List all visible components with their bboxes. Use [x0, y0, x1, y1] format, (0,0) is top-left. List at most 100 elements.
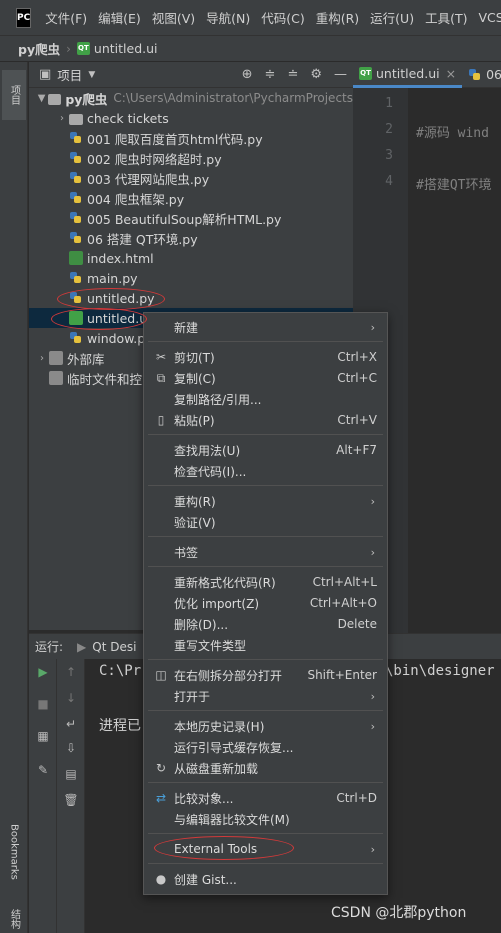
tree-item[interactable]: 003 代理网站爬虫.py [29, 168, 353, 188]
tree-item[interactable]: 004 爬虫框架.py [29, 188, 353, 208]
project-panel-title[interactable]: 项目 [57, 65, 82, 84]
menu-separator [148, 536, 383, 537]
menu-item-local-history[interactable]: 本地历史记录(H) › [144, 716, 387, 736]
tree-item[interactable]: main.py [29, 268, 353, 288]
menu-view[interactable]: 视图(V) [152, 8, 195, 27]
menu-navigate[interactable]: 导航(N) [206, 8, 250, 27]
menu-item-override-file-type[interactable]: 重写文件类型 [144, 635, 387, 655]
menu-code[interactable]: 代码(C) [261, 8, 304, 27]
tab-untitled-ui[interactable]: QT untitled.ui × [353, 62, 463, 88]
chevron-down-icon[interactable]: ▼ [35, 93, 48, 104]
rerun-icon[interactable]: ▶ [35, 665, 51, 681]
menu-item-inspect-code[interactable]: 检查代码(I)... [144, 461, 387, 481]
tree-item[interactable]: 002 爬虫时网络超时.py [29, 148, 353, 168]
arrow-up-icon[interactable]: ↑ [63, 665, 79, 681]
tree-root[interactable]: ▼ py爬虫 C:\Users\Administrator\PycharmPro… [29, 88, 353, 108]
chevron-right-icon: › [66, 41, 71, 56]
menu-item-find-usages[interactable]: 查找用法(U) Alt+F7 [144, 440, 387, 460]
menu-item-compare-with-editor[interactable]: 与编辑器比较文件(M) [144, 809, 387, 829]
menu-item-reformat[interactable]: 重新格式化代码(R) Ctrl+Alt+L [144, 572, 387, 592]
menu-item-create-gist[interactable]: ● 创建 Gist... [144, 869, 387, 889]
menu-item-copy-path[interactable]: 复制路径/引用... [144, 389, 387, 409]
menu-refactor[interactable]: 重构(R) [316, 8, 359, 27]
line-number: 3 [385, 148, 393, 163]
menu-item-copy[interactable]: ⧉ 复制(C) Ctrl+C [144, 368, 387, 388]
menu-item-bookmarks[interactable]: 书签 › [144, 542, 387, 562]
menu-vcs[interactable]: VCS( [478, 10, 501, 25]
layout-icon[interactable]: ▦ [35, 729, 51, 745]
tree-item-label: index.html [87, 250, 154, 266]
chevron-right-icon: › [370, 689, 375, 703]
menu-item-validate[interactable]: 验证(V) [144, 512, 387, 532]
tree-item[interactable]: 06 搭建 QT环境.py [29, 228, 353, 248]
structure-tool-tab[interactable]: 结构 [2, 904, 26, 933]
breadcrumb-file[interactable]: untitled.ui [94, 41, 158, 56]
print-icon[interactable]: ▤ [63, 767, 79, 783]
menu-run[interactable]: 运行(U) [370, 8, 414, 27]
breadcrumb-project[interactable]: py爬虫 [18, 39, 60, 58]
python-file-icon [69, 231, 83, 245]
menu-separator [148, 341, 383, 342]
expand-all-icon[interactable]: ≑ [265, 67, 276, 82]
menu-separator [148, 485, 383, 486]
menu-separator [148, 863, 383, 864]
tree-item[interactable]: 001 爬取百度首页html代码.py [29, 128, 353, 148]
python-file-icon [69, 331, 83, 345]
tree-item[interactable]: 005 BeautifulSoup解析HTML.py [29, 208, 353, 228]
console-line: \bin\designer [385, 663, 495, 679]
folder-icon [69, 113, 83, 125]
menu-tools[interactable]: 工具(T) [425, 8, 467, 27]
tree-item-label: 003 代理网站爬虫.py [87, 171, 210, 187]
pin-icon[interactable]: ✎ [35, 763, 51, 779]
menu-separator [148, 659, 383, 660]
menu-item-compare-with[interactable]: ⇄ 比较对象... Ctrl+D [144, 788, 387, 808]
menu-item-optimize-imports[interactable]: 优化 import(Z) Ctrl+Alt+O [144, 593, 387, 613]
locate-icon[interactable]: ⊕ [242, 67, 253, 82]
chevron-right-icon[interactable]: › [35, 353, 49, 364]
project-view-icon: ▣ [39, 67, 52, 82]
run-tab[interactable]: Qt Desi [92, 640, 136, 654]
close-icon[interactable]: × [446, 66, 456, 81]
html-file-icon [69, 251, 83, 265]
stop-icon[interactable]: ■ [35, 697, 51, 713]
menu-item-delete[interactable]: 删除(D)... Delete [144, 614, 387, 634]
menu-separator [148, 782, 383, 783]
bookmarks-tool-tab[interactable]: Bookmarks [2, 812, 26, 892]
collapse-all-icon[interactable]: ≐ [287, 67, 298, 82]
gear-icon[interactable]: ⚙ [310, 67, 322, 82]
tab-06[interactable]: 06 [462, 62, 501, 88]
chevron-down-icon[interactable]: ▼ [88, 70, 95, 80]
pycharm-logo: PC [16, 7, 32, 28]
tree-item-label: 002 爬虫时网络超时.py [87, 151, 222, 167]
menu-edit[interactable]: 编辑(E) [98, 8, 141, 27]
minimize-icon[interactable]: — [334, 67, 347, 82]
menu-item-cache-recovery[interactable]: 运行引导式缓存恢复... [144, 737, 387, 757]
code-comment: #源码 wind [416, 126, 489, 141]
menu-item-cut[interactable]: ✂ 剪切(T) Ctrl+X [144, 347, 387, 367]
menu-item-paste[interactable]: ▯ 粘贴(P) Ctrl+V [144, 410, 387, 430]
menu-item-refactor[interactable]: 重构(R) › [144, 491, 387, 511]
watermark: CSDN @北郡python [331, 905, 467, 921]
run-toolbar: ▶ ■ ▦ ✎ [29, 659, 57, 933]
menu-file[interactable]: 文件(F) [45, 8, 87, 27]
code-editor[interactable]: #源码 wind #搭建QT环境 [408, 88, 501, 633]
code-comment: #搭建QT环境 [416, 178, 492, 193]
folder-icon [48, 93, 62, 105]
compare-icon: ⇄ [155, 791, 167, 805]
menu-item-open-in[interactable]: 打开于 › [144, 686, 387, 706]
tree-item-label: 06 搭建 QT环境.py [87, 231, 198, 247]
menu-item-new[interactable]: 新建 › [144, 317, 387, 337]
tree-item[interactable]: › check tickets [29, 108, 353, 128]
tree-root-path: C:\Users\Administrator\PycharmProjects [113, 91, 353, 105]
scratches-icon [49, 371, 63, 385]
menu-item-reload-from-disk[interactable]: ↻ 从磁盘重新加载 [144, 758, 387, 778]
menu-item-open-split[interactable]: ◫ 在右侧拆分部分打开 Shift+Enter [144, 665, 387, 685]
trash-icon[interactable]: 🗑 [63, 793, 79, 809]
tree-item[interactable]: index.html [29, 248, 353, 268]
chevron-right-icon[interactable]: › [55, 113, 69, 124]
soft-wrap-icon[interactable]: ↵ [63, 717, 79, 733]
scroll-to-end-icon[interactable]: ⇩ [63, 741, 79, 757]
arrow-down-icon[interactable]: ↓ [63, 691, 79, 707]
tree-item-label: 外部库 [67, 351, 105, 367]
project-tool-tab[interactable]: 项目 [2, 70, 26, 120]
